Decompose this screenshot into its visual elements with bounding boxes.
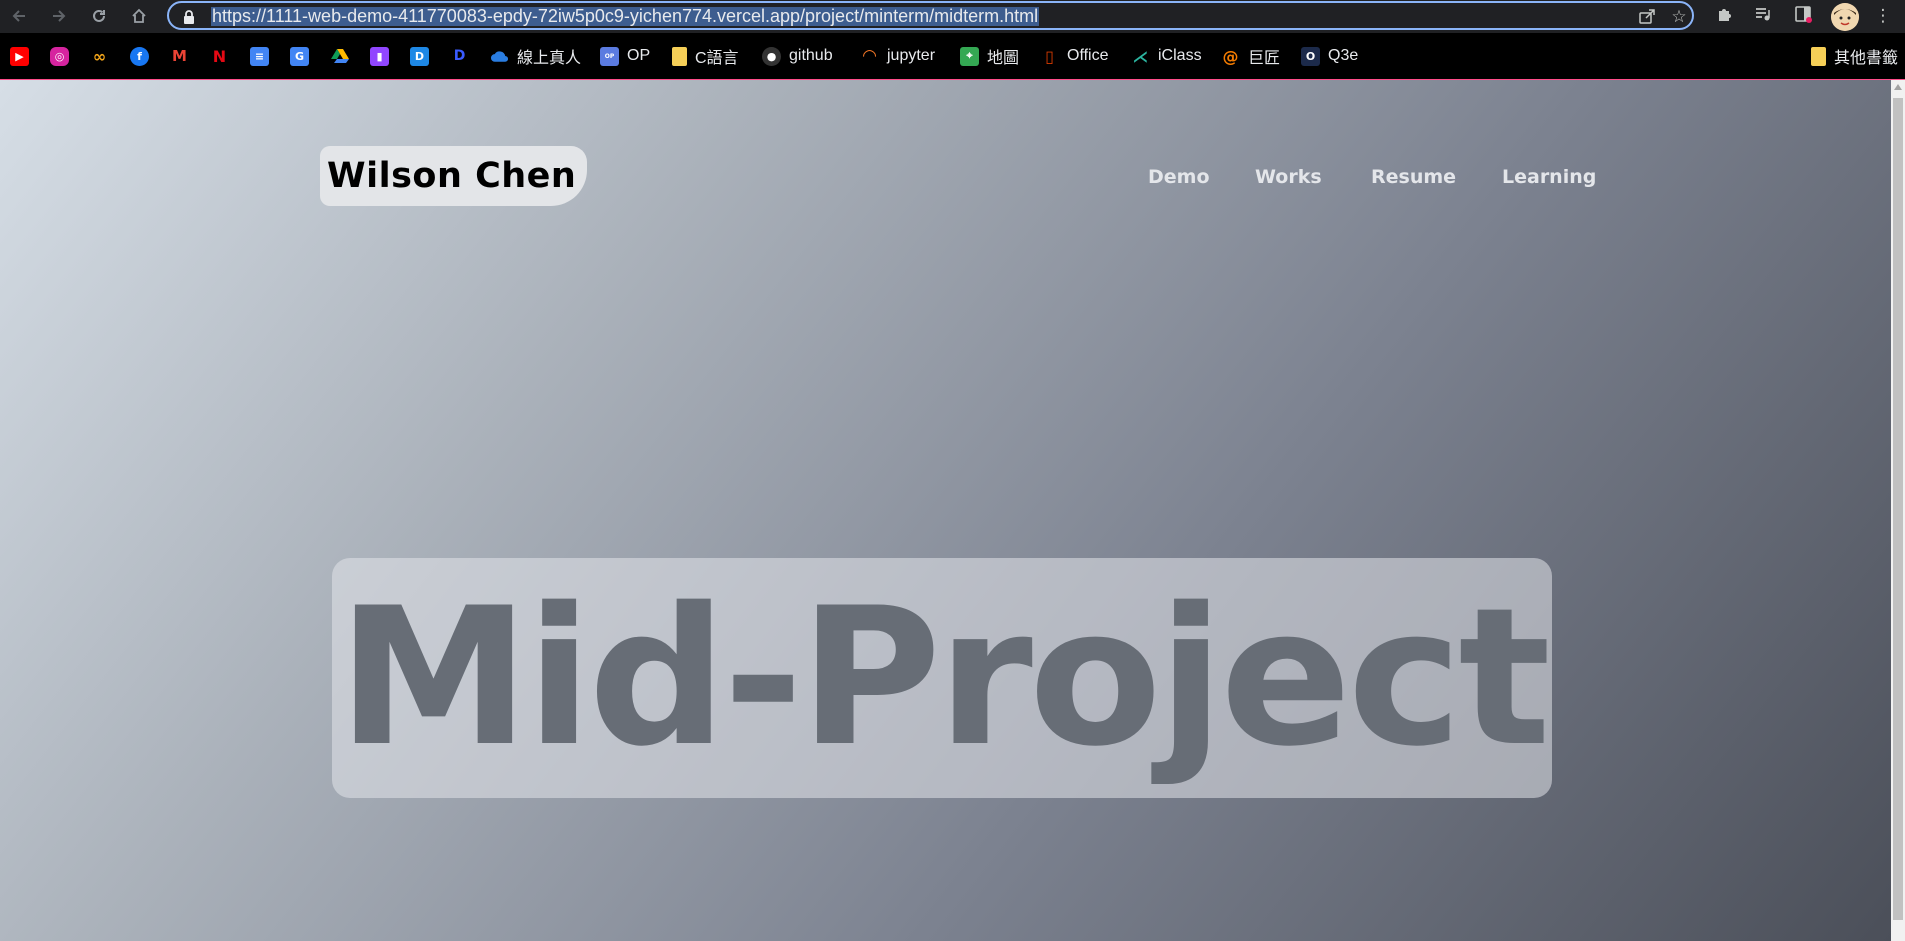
loop-icon: ∞ xyxy=(92,46,107,66)
bookmark-label: github xyxy=(789,47,833,64)
bookmark-netflix[interactable]: N xyxy=(210,45,229,67)
bookmark-c-language[interactable]: C語言 xyxy=(672,45,739,67)
site-brand[interactable]: Wilson Chen xyxy=(320,146,587,206)
star-icon[interactable]: ☆ xyxy=(1669,7,1689,27)
instagram-icon: ◎ xyxy=(50,46,69,66)
bookmark-app[interactable]: D xyxy=(410,45,429,67)
media-icon[interactable] xyxy=(1752,5,1774,27)
page-viewport: Wilson Chen Demo Works Resume Learning M… xyxy=(0,80,1891,941)
bookmark-jupyter[interactable]: ◠ jupyter xyxy=(860,45,935,67)
bookmark-facebook[interactable]: f xyxy=(130,45,149,67)
url-text[interactable]: https://1111-web-demo-411770083-epdy-72i… xyxy=(211,7,1040,26)
bookmark-drive[interactable] xyxy=(330,45,349,67)
translate-icon: G xyxy=(290,46,309,66)
bookmark-office[interactable]: ▯ Office xyxy=(1040,45,1109,67)
browser-toolbar: https://1111-web-demo-411770083-epdy-72i… xyxy=(0,0,1905,33)
bookmark-twitch[interactable]: ▮ xyxy=(370,45,389,67)
nav-learning[interactable]: Learning xyxy=(1502,166,1596,188)
hero-title: Mid-Project xyxy=(337,567,1551,788)
nav-demo[interactable]: Demo xyxy=(1148,166,1210,188)
bookmark-label: 巨匠 xyxy=(1248,50,1281,67)
gmail-icon: M xyxy=(172,47,187,65)
netflix-icon: N xyxy=(212,46,227,66)
github-icon: ● xyxy=(762,46,781,66)
facebook-icon: f xyxy=(130,46,149,66)
folder-icon xyxy=(672,46,687,66)
bookmark-label: jupyter xyxy=(887,47,936,64)
bookmark-label: C語言 xyxy=(695,50,739,67)
jupyter-icon: ◠ xyxy=(862,46,877,66)
iclass-icon: ⋌ xyxy=(1132,46,1149,66)
scroll-up-icon[interactable] xyxy=(1894,84,1902,90)
bookmark-github[interactable]: ● github xyxy=(762,45,833,67)
maps-icon: ⌖ xyxy=(960,46,979,66)
bookmark-label: 線上真人 xyxy=(517,50,582,67)
bookmark-loop[interactable]: ∞ xyxy=(90,45,109,67)
address-bar[interactable]: https://1111-web-demo-411770083-epdy-72i… xyxy=(167,1,1694,30)
q3e-icon: O xyxy=(1301,46,1320,66)
scroll-thumb[interactable] xyxy=(1893,98,1903,920)
drive-icon xyxy=(330,47,349,66)
bookmark-youtube[interactable]: ▶ xyxy=(10,45,29,67)
bookmark-cloud[interactable]: 線上真人 xyxy=(490,45,581,67)
bookmark-docs[interactable]: ≡ xyxy=(250,45,269,67)
nav-works[interactable]: Works xyxy=(1255,166,1322,188)
bookmark-label: iClass xyxy=(1158,47,1202,64)
docs-icon: ≡ xyxy=(250,46,269,66)
reload-icon[interactable] xyxy=(88,5,110,27)
bookmark-label: Q3e xyxy=(1328,47,1359,64)
bookmark-q3e[interactable]: O Q3e xyxy=(1301,45,1358,67)
bookmark-disney[interactable]: D xyxy=(450,45,469,67)
bookmark-label: 其他書籤 xyxy=(1834,50,1899,67)
office-icon: ▯ xyxy=(1045,46,1054,66)
twitch-icon: ▮ xyxy=(370,46,389,66)
bookmark-maps[interactable]: ⌖ 地圖 xyxy=(960,45,1019,67)
bookmark-label: Office xyxy=(1067,47,1109,64)
bookmark-other[interactable]: 其他書籤 xyxy=(1811,45,1898,67)
bookmark-label: 地圖 xyxy=(987,50,1020,67)
disney-icon: D xyxy=(453,48,466,64)
share-icon[interactable] xyxy=(1637,7,1657,27)
cloud-icon xyxy=(490,47,509,66)
puzzle-icon[interactable] xyxy=(1714,5,1736,27)
home-icon[interactable] xyxy=(128,5,150,27)
bookmarks-bar: ▶ ◎ ∞ f M N ≡ G ▮ D D 線上真人 OP OP C語言 ● g… xyxy=(0,33,1905,80)
avatar[interactable] xyxy=(1831,3,1859,31)
bookmark-op[interactable]: OP OP xyxy=(600,45,650,67)
bookmark-instagram[interactable]: ◎ xyxy=(50,45,69,67)
sidepanel-icon[interactable] xyxy=(1792,5,1814,27)
bookmark-iclass[interactable]: ⋌ iClass xyxy=(1131,45,1202,67)
menu-icon[interactable]: ⋮ xyxy=(1872,5,1894,27)
folder-icon xyxy=(1811,46,1826,66)
bookmark-gmail[interactable]: M xyxy=(170,45,189,67)
bookmark-label: OP xyxy=(627,47,651,64)
bookmark-translate[interactable]: G xyxy=(290,45,309,67)
back-icon[interactable] xyxy=(8,5,30,27)
bookmark-jujiang[interactable]: @ 巨匠 xyxy=(1221,45,1281,68)
op-icon: OP xyxy=(600,46,619,66)
lock-icon[interactable] xyxy=(183,9,195,24)
nav-resume[interactable]: Resume xyxy=(1371,166,1456,188)
scrollbar[interactable] xyxy=(1891,80,1905,941)
app-icon: D xyxy=(410,46,429,66)
youtube-icon: ▶ xyxy=(10,46,29,66)
hero-banner: Mid-Project xyxy=(332,558,1552,798)
forward-icon[interactable] xyxy=(48,5,70,27)
spiral-icon: @ xyxy=(1222,46,1239,66)
